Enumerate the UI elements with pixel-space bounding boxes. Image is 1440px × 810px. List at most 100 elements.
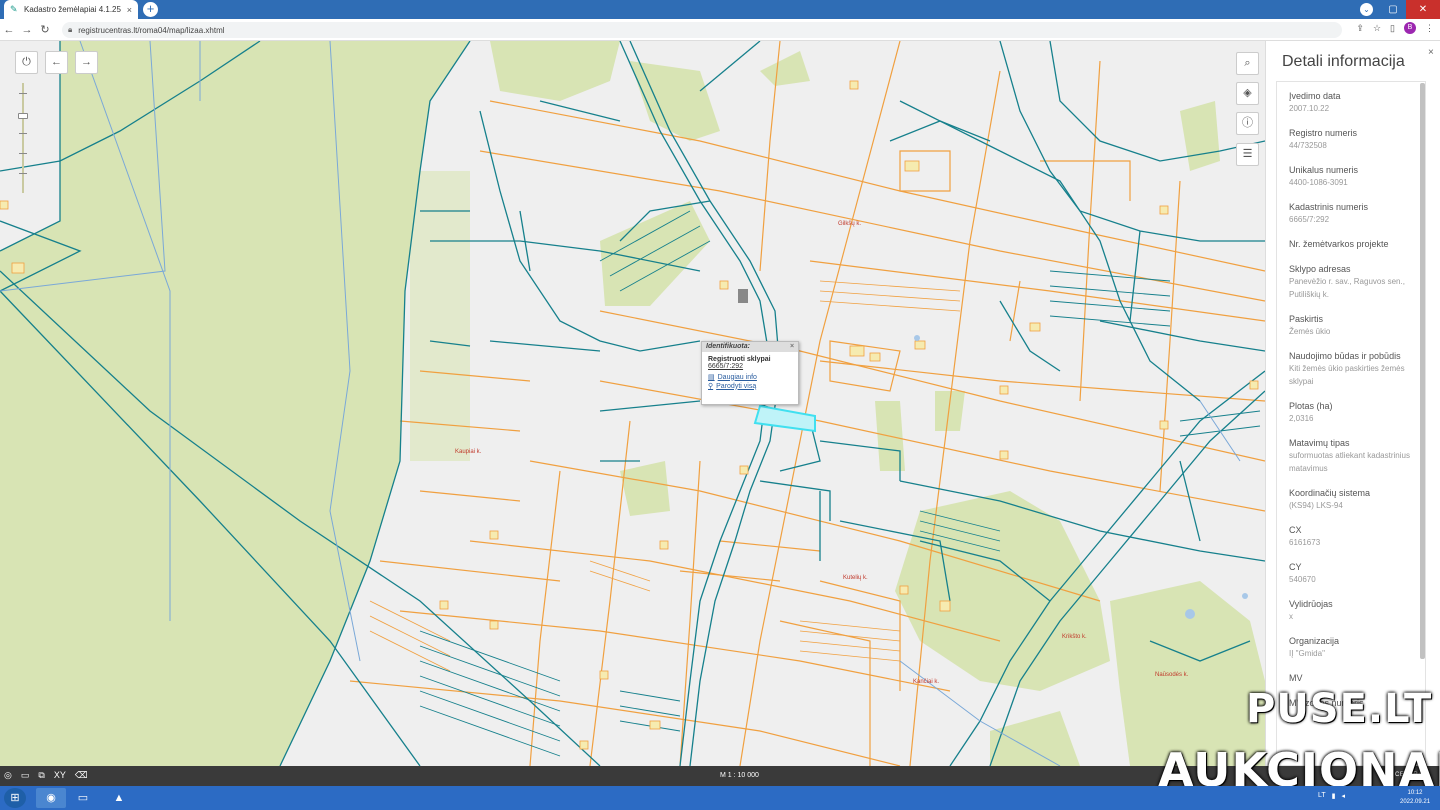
clock-date: 2022.09.21 xyxy=(1400,799,1431,805)
language-indicator[interactable]: LT xyxy=(1318,792,1326,800)
os-taskbar: ⊞ ◉ ▭ ▲ LT ▮ ◂ 10:12 2022.09.21 xyxy=(0,786,1440,810)
status-tools: ◎ ▭ ⧉ XY ⌫ xyxy=(4,770,88,781)
panel-title: Detali informacija xyxy=(1282,53,1405,70)
detail-field-value: IĮ "Gmida" xyxy=(1289,649,1325,658)
maximize-button[interactable]: ▢ xyxy=(1380,0,1406,19)
detail-field-value: Kiti žemės ūkio paskirties žemės sklypai xyxy=(1289,364,1405,386)
toolbar-actions: ⇪ ☆ ▯ B ⋮ xyxy=(1356,22,1434,34)
tab-close-icon[interactable]: × xyxy=(127,5,132,15)
detail-field-value: suformuotas atliekant kadastrinius matav… xyxy=(1289,451,1410,473)
identify-popup: Identifikuota: × Registruoti sklypai 666… xyxy=(701,341,799,405)
power-button[interactable]: ⏻ xyxy=(15,51,38,74)
map-back-button[interactable]: ← xyxy=(45,51,68,74)
zoom-knob[interactable] xyxy=(18,113,28,119)
detail-field-list[interactable]: Įvedimo data 2007.10.22 Registro numeris 44… xyxy=(1276,81,1426,766)
field-area-west xyxy=(0,41,470,766)
windows-start-icon[interactable]: ⊞ xyxy=(4,788,26,808)
new-tab-button[interactable]: + xyxy=(143,2,158,17)
address-bar[interactable]: 🔒︎ registrucentras.lt/roma04/map/lizaa.x… xyxy=(62,22,1342,38)
field-area-small xyxy=(760,51,810,86)
zoom-tick xyxy=(19,133,27,134)
map-forward-button[interactable]: → xyxy=(75,51,98,74)
detail-field-value: 2,0316 xyxy=(1289,414,1314,423)
chrome-taskbar-icon[interactable]: ◉ xyxy=(36,788,66,808)
detail-field-label: Organizacija xyxy=(1289,636,1340,646)
ruler-icon[interactable]: ▭ xyxy=(21,770,30,781)
popup-parcel-number[interactable]: 6665/7:292 xyxy=(702,363,798,370)
info-button[interactable]: ⓘ xyxy=(1236,112,1259,135)
profile-avatar[interactable]: B xyxy=(1404,22,1416,34)
field-area-n2 xyxy=(630,61,720,141)
tab-title: Kadastro žemėlapiai 4.1.25 xyxy=(24,5,121,14)
place-label: Gilkšų k. xyxy=(838,221,862,227)
detail-field-label: Naudojimo būdas ir pobūdis xyxy=(1289,351,1401,361)
detail-field-value: Žemės ūkio xyxy=(1289,327,1331,336)
camera-icon[interactable]: ◎ xyxy=(4,770,12,781)
eraser-icon[interactable]: ⌫ xyxy=(75,770,88,781)
detail-field-value: 4400-1086-3091 xyxy=(1289,178,1348,187)
sidebar-icon[interactable]: ▯ xyxy=(1390,23,1395,34)
xy-coordinate-tool[interactable]: XY xyxy=(54,770,66,781)
place-label: Naūsodės k. xyxy=(1155,672,1189,678)
detail-panel: Detali informacija × Įvedimo data 2007.10… xyxy=(1265,41,1440,766)
zoom-slider[interactable] xyxy=(18,83,28,193)
field-area-s xyxy=(990,711,1080,766)
detail-field-value: 2007.10.22 xyxy=(1289,104,1330,113)
zoom-tick xyxy=(19,153,27,154)
system-clock[interactable]: 10:12 2022.09.21 xyxy=(1400,789,1430,807)
field-area-patch3 xyxy=(620,461,670,516)
detail-field-label: Sklypo adresas xyxy=(1289,264,1351,274)
panel-close-icon[interactable]: × xyxy=(1428,47,1434,58)
detail-field-label: Nr. žemėtvarkos projekte xyxy=(1289,239,1389,249)
detail-field-value: 540670 xyxy=(1289,575,1316,584)
forward-arrow-icon[interactable]: → xyxy=(18,24,36,36)
place-label: Kutelių k. xyxy=(843,575,868,581)
document-icon: ▤ xyxy=(708,374,715,381)
popup-close-icon[interactable]: × xyxy=(790,343,794,351)
detail-field-label: Vylidrūojas xyxy=(1289,599,1333,609)
detail-field-label: Paskirtis xyxy=(1289,314,1324,324)
more-info-label: Daugiau info xyxy=(717,373,757,381)
menu-dots-icon[interactable]: ⋮ xyxy=(1425,23,1434,34)
bookmark-star-icon[interactable]: ☆ xyxy=(1373,23,1381,34)
map-canvas[interactable] xyxy=(0,41,1265,766)
inactive-tab-placeholder xyxy=(164,3,334,15)
more-info-link[interactable]: ▤ Daugiau info xyxy=(702,370,798,382)
church-marker-icon xyxy=(738,289,748,303)
layers-button[interactable]: ◈ xyxy=(1236,82,1259,105)
field-strip xyxy=(410,171,470,461)
cadastral-map[interactable]: ⏻ ← → ⌕ ◈ ⓘ ☰ Gilkšų k. Kaupiai k. Krikš… xyxy=(0,41,1265,766)
detail-field-value: Panevėžio r. sav., Raguvos sen., Putiliš… xyxy=(1289,277,1405,299)
detail-field-value xyxy=(1289,250,1425,251)
detail-field-label: Registro numeris xyxy=(1289,128,1358,138)
field-area-north xyxy=(490,41,620,101)
share-icon[interactable]: ⇪ xyxy=(1356,23,1364,34)
popup-header-text: Identifikuota: xyxy=(706,343,750,350)
legend-button[interactable]: ☰ xyxy=(1236,143,1259,166)
pdf-reader-icon[interactable]: ▲ xyxy=(104,788,134,808)
detail-field-value: (KS94) LKS-94 xyxy=(1289,501,1343,510)
back-arrow-icon[interactable]: ← xyxy=(0,24,18,36)
map-scale: M 1 : 10 000 xyxy=(720,772,759,779)
export-icon[interactable]: ⧉ xyxy=(38,770,44,781)
map-search-button[interactable]: ⌕ xyxy=(1236,52,1259,75)
panel-scrollbar[interactable] xyxy=(1420,83,1425,659)
detail-field-label: CX xyxy=(1289,525,1302,535)
show-all-link[interactable]: ⚲ Parodyti visą xyxy=(702,381,798,391)
browser-tab[interactable]: ✎ Kadastro žemėlapiai 4.1.25 × xyxy=(4,0,138,19)
detail-field-label: Koordinačių sistema xyxy=(1289,488,1371,498)
magnifier-icon: ⚲ xyxy=(708,383,714,390)
clock-time: 10:12 xyxy=(1407,790,1423,796)
file-explorer-icon[interactable]: ▭ xyxy=(68,788,98,808)
site-favicon-icon: ✎ xyxy=(10,4,18,14)
reload-icon[interactable]: ↻ xyxy=(36,23,54,36)
zoom-tick xyxy=(19,93,27,94)
detail-field-label: CY xyxy=(1289,562,1302,572)
window-close-button[interactable]: ✕ xyxy=(1406,0,1440,19)
place-label: Kančiai k. xyxy=(913,679,940,685)
minimize-button[interactable]: – xyxy=(1354,0,1380,19)
volume-icon[interactable]: ◂ xyxy=(1342,792,1346,800)
lock-icon: 🔒︎ xyxy=(68,25,73,34)
network-icon[interactable]: ▮ xyxy=(1332,792,1336,800)
zoom-tick xyxy=(19,173,27,174)
